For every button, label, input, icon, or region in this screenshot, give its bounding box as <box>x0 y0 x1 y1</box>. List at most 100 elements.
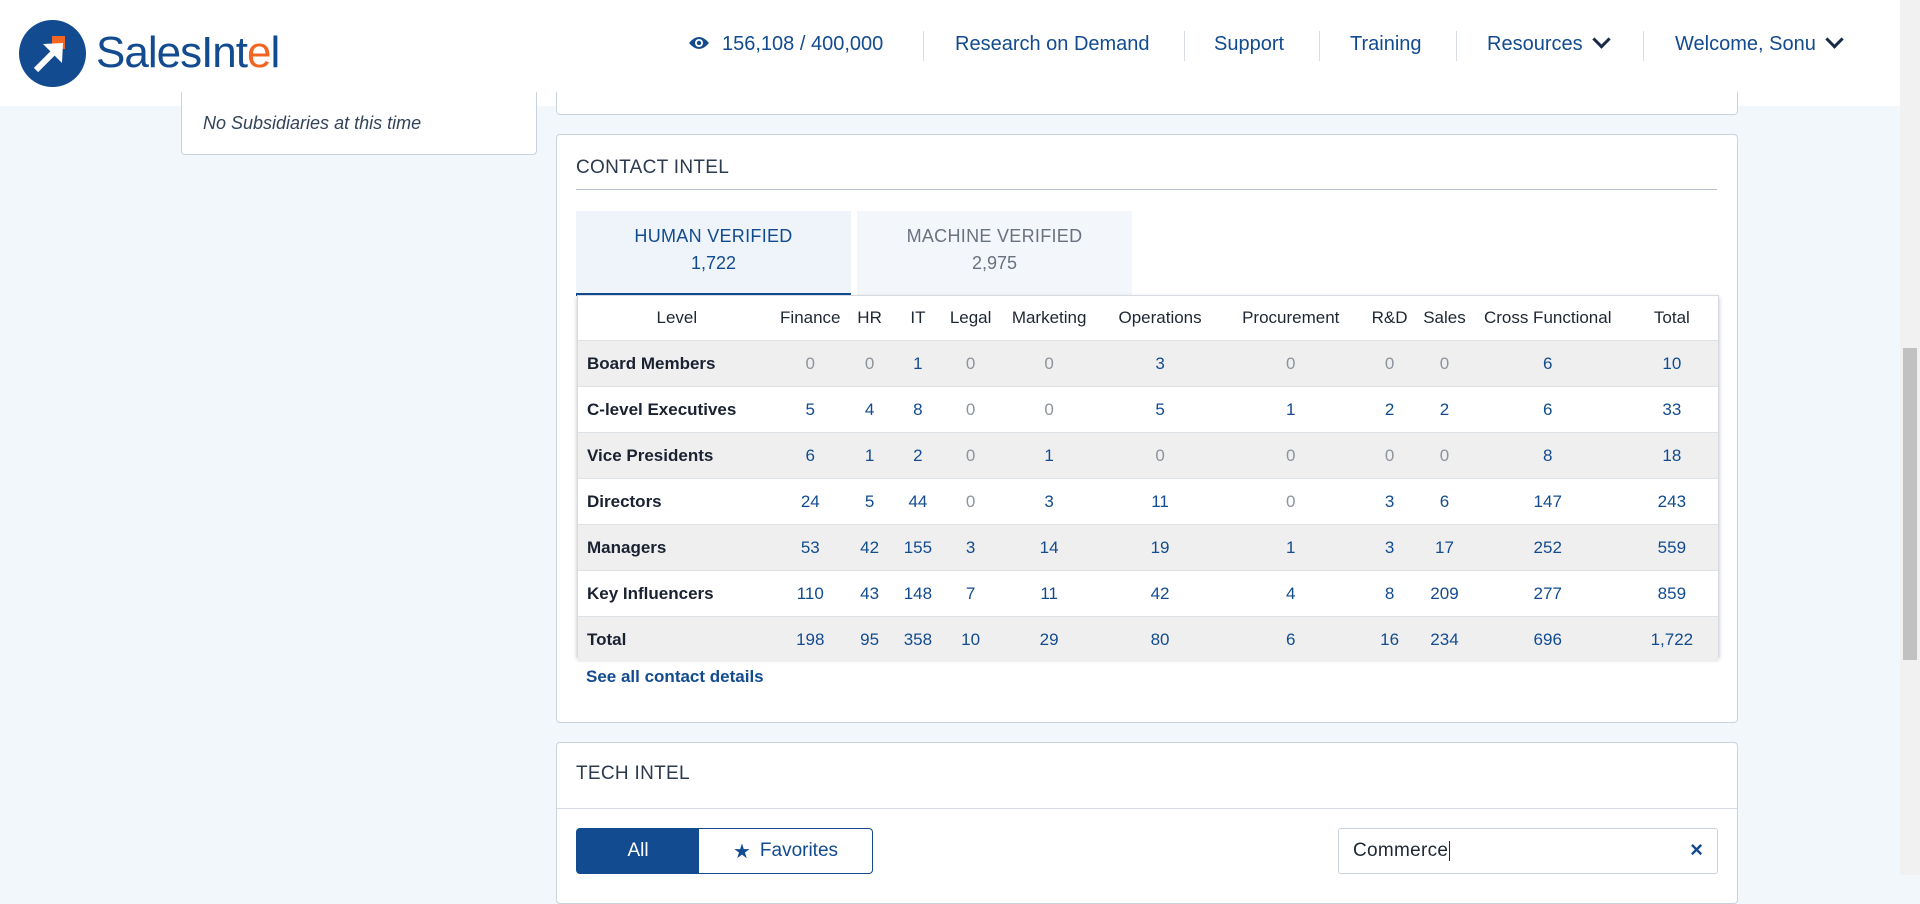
table-cell-count[interactable]: 2 <box>1419 386 1470 433</box>
table-cell-count[interactable]: 209 <box>1419 570 1470 617</box>
table-cell-count[interactable]: 147 <box>1469 478 1626 525</box>
filter-all-button[interactable]: All <box>576 828 700 874</box>
table-cell-count[interactable]: 24 <box>775 478 845 525</box>
table-cell-count[interactable]: 234 <box>1419 616 1470 662</box>
table-cell-count[interactable]: 1 <box>1221 386 1360 433</box>
table-cell-count[interactable]: 11 <box>1098 478 1222 525</box>
table-cell-count[interactable]: 2 <box>894 432 942 479</box>
table-cell-count[interactable]: 559 <box>1625 524 1718 571</box>
table-cell-count[interactable]: 43 <box>844 570 895 617</box>
table-cell-count[interactable]: 198 <box>775 616 845 662</box>
column-header: Procurement <box>1242 308 1340 327</box>
table-cell-count[interactable]: 6 <box>775 432 845 479</box>
table-cell-count[interactable]: 6 <box>1469 386 1626 433</box>
nav-support[interactable]: Support <box>1214 33 1284 56</box>
column-header: Cross Functional <box>1483 308 1612 327</box>
table-cell-count[interactable]: 8 <box>894 386 942 433</box>
previous-section-card <box>556 92 1738 115</box>
column-header: Marketing <box>1011 308 1087 327</box>
table-cell-count: 0 <box>941 478 1000 525</box>
table-cell-count[interactable]: 6 <box>1469 340 1626 387</box>
row-level-label: Board Members <box>578 340 776 387</box>
table-cell-count[interactable]: 14 <box>999 524 1099 571</box>
table-cell-count[interactable]: 17 <box>1419 524 1470 571</box>
table-row: Total 198 95 358 10 29 80 6 16 234 696 1,722 <box>578 616 1718 662</box>
table-cell-count[interactable]: 10 <box>941 616 1000 662</box>
table-cell-count[interactable]: 1 <box>894 340 942 387</box>
table-row: Board Members 0 0 1 0 0 3 0 0 0 6 10 <box>578 340 1718 387</box>
table-row: C-level Executives 5 4 8 0 0 5 1 2 2 6 33 <box>578 386 1718 433</box>
nav-research-on-demand[interactable]: Research on Demand <box>955 33 1150 56</box>
table-cell-count[interactable]: 5 <box>1098 386 1222 433</box>
table-cell-count[interactable]: 1 <box>999 432 1099 479</box>
table-cell-count[interactable]: 4 <box>1221 570 1360 617</box>
eye-icon <box>689 37 709 49</box>
table-cell-count[interactable]: 5 <box>775 386 845 433</box>
table-header-row: Level Finance HR IT Legal Marketing Oper… <box>578 296 1718 341</box>
table-cell-count[interactable]: 4 <box>844 386 895 433</box>
table-cell-count[interactable]: 859 <box>1625 570 1718 617</box>
user-menu[interactable]: Welcome, Sonu <box>1675 30 1844 56</box>
table-cell-count[interactable]: 358 <box>894 616 942 662</box>
table-cell-count[interactable]: 155 <box>894 524 942 571</box>
table-cell-count[interactable]: 277 <box>1469 570 1626 617</box>
table-cell-count[interactable]: 5 <box>844 478 895 525</box>
table-cell-count[interactable]: 18 <box>1625 432 1718 479</box>
table-row: Vice Presidents 6 1 2 0 1 0 0 0 0 8 18 <box>578 432 1718 479</box>
nav-divider <box>1319 31 1320 61</box>
table-cell-count[interactable]: 95 <box>844 616 895 662</box>
table-cell-count[interactable]: 3 <box>941 524 1000 571</box>
table-cell-count: 0 <box>844 340 895 387</box>
clear-search-icon[interactable]: × <box>1690 837 1703 863</box>
see-all-contact-details-link[interactable]: See all contact details <box>586 667 764 687</box>
column-header: HR <box>857 308 882 327</box>
table-cell-count[interactable]: 3 <box>999 478 1099 525</box>
table-cell-count[interactable]: 42 <box>1098 570 1222 617</box>
table-cell-count[interactable]: 44 <box>894 478 942 525</box>
table-cell-count[interactable]: 3 <box>1098 340 1222 387</box>
table-cell-count[interactable]: 33 <box>1625 386 1718 433</box>
scrollbar-thumb[interactable] <box>1903 348 1917 660</box>
table-cell-count[interactable]: 3 <box>1359 524 1420 571</box>
table-cell-count[interactable]: 110 <box>775 570 845 617</box>
salesintel-logo[interactable]: SalesIntel <box>19 19 280 87</box>
filter-favorites-button[interactable]: ★ Favorites <box>698 828 873 874</box>
table-cell-count[interactable]: 696 <box>1469 616 1626 662</box>
table-cell-count[interactable]: 80 <box>1098 616 1222 662</box>
nav-training[interactable]: Training <box>1350 33 1422 56</box>
table-cell-count[interactable]: 3 <box>1359 478 1420 525</box>
table-cell-count[interactable]: 1 <box>1221 524 1360 571</box>
table-cell-count[interactable]: 8 <box>1469 432 1626 479</box>
table-cell-count[interactable]: 53 <box>775 524 845 571</box>
logo-text: SalesIntel <box>96 28 280 77</box>
table-cell-count[interactable]: 8 <box>1359 570 1420 617</box>
column-header: R&D <box>1371 308 1408 327</box>
tech-intel-card: TECH INTEL All ★ Favorites Commerce × <box>556 742 1738 904</box>
table-cell-count[interactable]: 2 <box>1359 386 1420 433</box>
table-cell-count[interactable]: 6 <box>1221 616 1360 662</box>
table-body: Board Members 0 0 1 0 0 3 0 0 0 6 10 C-level Executi… <box>578 340 1718 662</box>
table-row: Key Influencers 110 43 148 7 11 42 4 8 209 277 859 <box>578 570 1718 617</box>
tab-machine-verified[interactable]: MACHINE VERIFIED 2,975 <box>857 211 1132 295</box>
row-level-label: Managers <box>578 524 776 571</box>
table-cell-count[interactable]: 10 <box>1625 340 1718 387</box>
table-cell-count[interactable]: 11 <box>999 570 1099 617</box>
table-cell-count[interactable]: 16 <box>1359 616 1420 662</box>
table-cell-count[interactable]: 6 <box>1419 478 1470 525</box>
table-cell-count[interactable]: 19 <box>1098 524 1222 571</box>
table-cell-count[interactable]: 7 <box>941 570 1000 617</box>
nav-resources[interactable]: Resources <box>1487 30 1611 56</box>
table-cell-count[interactable]: 243 <box>1625 478 1718 525</box>
table-cell-count[interactable]: 29 <box>999 616 1099 662</box>
nav-divider <box>923 31 924 61</box>
tab-human-verified[interactable]: HUMAN VERIFIED 1,722 <box>576 211 851 296</box>
tech-search-input[interactable]: Commerce × <box>1338 828 1718 874</box>
table-cell-count: 0 <box>941 386 1000 433</box>
row-level-label: C-level Executives <box>578 386 776 433</box>
table-cell-count[interactable]: 42 <box>844 524 895 571</box>
table-cell-count[interactable]: 1 <box>844 432 895 479</box>
nav-divider <box>1184 31 1185 61</box>
table-cell-count[interactable]: 1,722 <box>1625 616 1718 662</box>
table-cell-count[interactable]: 252 <box>1469 524 1626 571</box>
table-cell-count[interactable]: 148 <box>894 570 942 617</box>
